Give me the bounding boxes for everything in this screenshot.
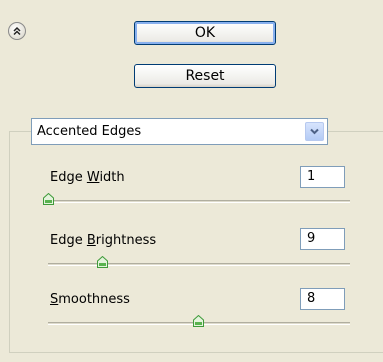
filter-select[interactable]: Accented Edges	[31, 118, 328, 145]
smoothness-label: Smoothness	[50, 292, 130, 307]
collapse-button[interactable]	[8, 22, 26, 40]
double-chevron-up-icon	[13, 26, 21, 36]
dropdown-button[interactable]	[305, 122, 324, 141]
edge-width-field[interactable]: 1	[300, 166, 345, 188]
chevron-down-icon	[310, 128, 319, 135]
edge-brightness-label: Edge Brightness	[50, 233, 157, 248]
smoothness-field[interactable]: 8	[300, 288, 345, 310]
edge-width-label: Edge Width	[50, 170, 125, 185]
smoothness-slider-thumb[interactable]	[193, 315, 204, 327]
reset-button[interactable]: Reset	[134, 64, 276, 88]
filter-select-value: Accented Edges	[37, 124, 142, 139]
ok-button[interactable]: OK	[134, 21, 276, 45]
edge-brightness-slider-track[interactable]	[48, 263, 350, 266]
edge-brightness-field[interactable]: 9	[300, 228, 345, 250]
edge-brightness-slider-thumb[interactable]	[96, 256, 108, 268]
edge-width-slider-track[interactable]	[48, 200, 350, 203]
edge-width-slider-thumb[interactable]	[42, 193, 54, 205]
